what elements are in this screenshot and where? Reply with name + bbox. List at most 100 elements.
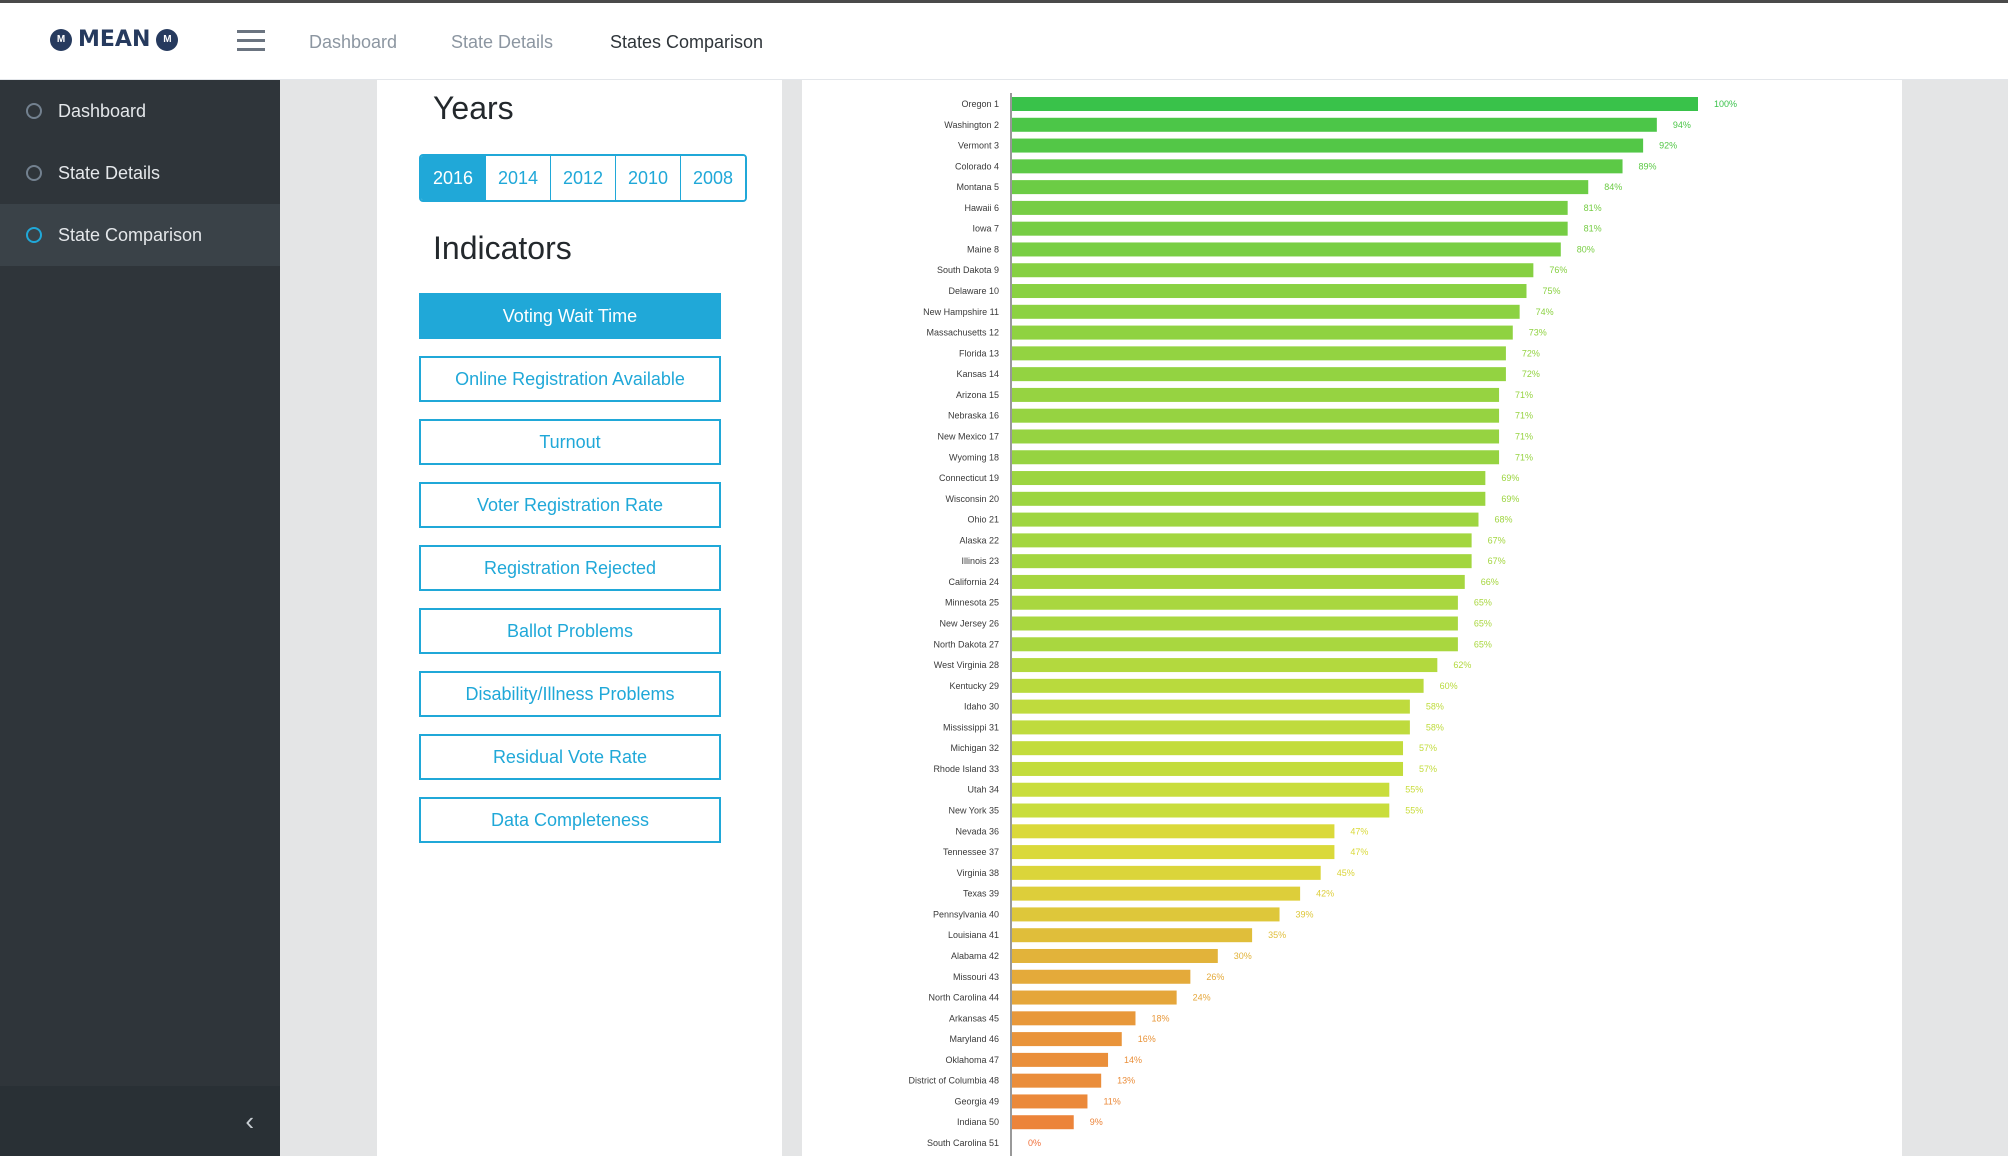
sidebar-item-state-details[interactable]: State Details [0, 142, 280, 204]
chart-category-label: Missouri 43 [953, 972, 999, 982]
chart-category-label: Tennessee 37 [943, 847, 999, 857]
chart-bar[interactable] [1012, 387, 1500, 402]
chart-category-label: Ohio 21 [967, 515, 999, 525]
chart-bar[interactable] [1012, 512, 1479, 527]
chart-panel: Oregon 1 100% Washington 2 94% Vermont 3 92% C… [802, 80, 1902, 1156]
chart-bar[interactable] [1012, 948, 1218, 963]
chart-bar[interactable] [1012, 138, 1644, 153]
chart-value-label: 73% [1529, 328, 1547, 338]
chart-bar[interactable] [1012, 367, 1506, 382]
indicator-registration-rejected-button[interactable]: Registration Rejected [419, 545, 721, 591]
chart-bar[interactable] [1012, 97, 1698, 111]
chart-bar[interactable] [1012, 1011, 1136, 1026]
chart-category-label: Maryland 46 [949, 1034, 999, 1044]
chart-bar[interactable] [1012, 761, 1404, 776]
chart-bar[interactable] [1012, 159, 1623, 174]
topnav-states-comparison[interactable]: States Comparison [610, 32, 763, 53]
chart-bar[interactable] [1012, 200, 1568, 215]
year-button-group: 2016 2014 2012 2010 2008 [419, 154, 747, 202]
chart-bar[interactable] [1012, 533, 1472, 548]
chart-bar[interactable] [1012, 263, 1534, 278]
chart-bar[interactable] [1012, 117, 1657, 132]
chart-category-label: New Hampshire 11 [923, 307, 999, 317]
chart-bar[interactable] [1012, 284, 1527, 299]
chart-category-label: Delaware 10 [948, 286, 999, 296]
chart-bar[interactable] [1012, 429, 1500, 444]
year-button-2014[interactable]: 2014 [486, 156, 551, 200]
chart-bar[interactable] [1012, 886, 1301, 901]
year-button-2010[interactable]: 2010 [616, 156, 681, 200]
chart-category-label: Oregon 1 [961, 99, 999, 109]
chart-category-label: North Carolina 44 [928, 993, 999, 1003]
chart-bar[interactable] [1012, 346, 1506, 361]
chart-category-label: Utah 34 [967, 785, 999, 795]
chart-bar[interactable] [1012, 595, 1458, 610]
chart-bar[interactable] [1012, 471, 1486, 486]
chart-bar[interactable] [1012, 824, 1335, 839]
chart-bar[interactable] [1012, 491, 1486, 506]
chart-value-label: 9% [1090, 1117, 1103, 1127]
topnav-state-details[interactable]: State Details [451, 32, 553, 53]
chart-category-label: Nevada 36 [955, 826, 999, 836]
chart-bar[interactable] [1012, 304, 1520, 319]
chart-bar[interactable] [1012, 221, 1568, 236]
chart-bar[interactable] [1012, 720, 1410, 735]
chart-value-label: 47% [1350, 826, 1368, 836]
chart-bar[interactable] [1012, 1094, 1088, 1109]
chart-bar[interactable] [1012, 845, 1335, 860]
chart-bar[interactable] [1012, 325, 1513, 340]
indicator-data-completeness-button[interactable]: Data Completeness [419, 797, 721, 843]
chart-value-label: 14% [1124, 1055, 1142, 1065]
chart-bar[interactable] [1012, 554, 1472, 569]
chart-bar[interactable] [1012, 616, 1458, 631]
hamburger-menu-icon[interactable] [237, 30, 265, 54]
chart-bar[interactable] [1012, 408, 1500, 423]
chart-bar[interactable] [1012, 928, 1253, 943]
chart-bar[interactable] [1012, 180, 1589, 195]
chart-bar[interactable] [1012, 242, 1561, 257]
year-button-2008[interactable]: 2008 [681, 156, 745, 200]
chart-bar[interactable] [1012, 782, 1390, 797]
chart-bar[interactable] [1012, 574, 1465, 589]
chart-bar[interactable] [1012, 990, 1177, 1005]
chart-value-label: 94% [1673, 120, 1691, 130]
sidebar-item-state-comparison[interactable]: State Comparison [0, 204, 280, 266]
chart-value-label: 58% [1426, 702, 1444, 712]
chart-bar[interactable] [1012, 678, 1424, 693]
chart-category-label: Connecticut 19 [939, 473, 999, 483]
year-button-2016[interactable]: 2016 [421, 156, 486, 200]
chart-category-label: Minnesota 25 [945, 598, 999, 608]
indicator-ballot-problems-button[interactable]: Ballot Problems [419, 608, 721, 654]
sidebar-item-dashboard[interactable]: Dashboard [0, 80, 280, 142]
chart-bar[interactable] [1012, 741, 1404, 756]
chart-bar[interactable] [1012, 1115, 1074, 1130]
sidebar-item-label: State Comparison [58, 224, 203, 245]
indicator-residual-vote-rate-button[interactable]: Residual Vote Rate [419, 734, 721, 780]
chart-bar[interactable] [1012, 1073, 1102, 1088]
chart-bar[interactable] [1012, 637, 1458, 652]
chart-bar[interactable] [1012, 450, 1500, 465]
indicator-online-registration-button[interactable]: Online Registration Available [419, 356, 721, 402]
chart-bar[interactable] [1012, 699, 1410, 714]
chart-bar[interactable] [1012, 907, 1280, 922]
chart-bar[interactable] [1012, 803, 1390, 818]
chart-value-label: 11% [1103, 1096, 1120, 1106]
chart-bar[interactable] [1012, 865, 1321, 880]
indicator-turnout-button[interactable]: Turnout [419, 419, 721, 465]
indicator-disability-illness-button[interactable]: Disability/Illness Problems [419, 671, 721, 717]
year-button-2012[interactable]: 2012 [551, 156, 616, 200]
topnav-dashboard[interactable]: Dashboard [309, 32, 397, 53]
sidebar-collapse-chevron-icon[interactable]: ‹ [245, 1106, 254, 1137]
chart-category-label: Montana 5 [956, 182, 999, 192]
chart-category-label: South Carolina 51 [927, 1138, 999, 1148]
indicator-voting-wait-time-button[interactable]: Voting Wait Time [419, 293, 721, 339]
chart-category-label: Illinois 23 [961, 556, 999, 566]
chart-bar[interactable] [1012, 1052, 1109, 1067]
chart-value-label: 67% [1488, 556, 1506, 566]
chart-bar[interactable] [1012, 1032, 1122, 1047]
chart-category-label: Washington 2 [944, 120, 999, 130]
indicator-voter-registration-rate-button[interactable]: Voter Registration Rate [419, 482, 721, 528]
chart-bar[interactable] [1012, 658, 1438, 673]
app-logo[interactable]: M MEAN M [50, 27, 179, 52]
chart-bar[interactable] [1012, 969, 1191, 984]
